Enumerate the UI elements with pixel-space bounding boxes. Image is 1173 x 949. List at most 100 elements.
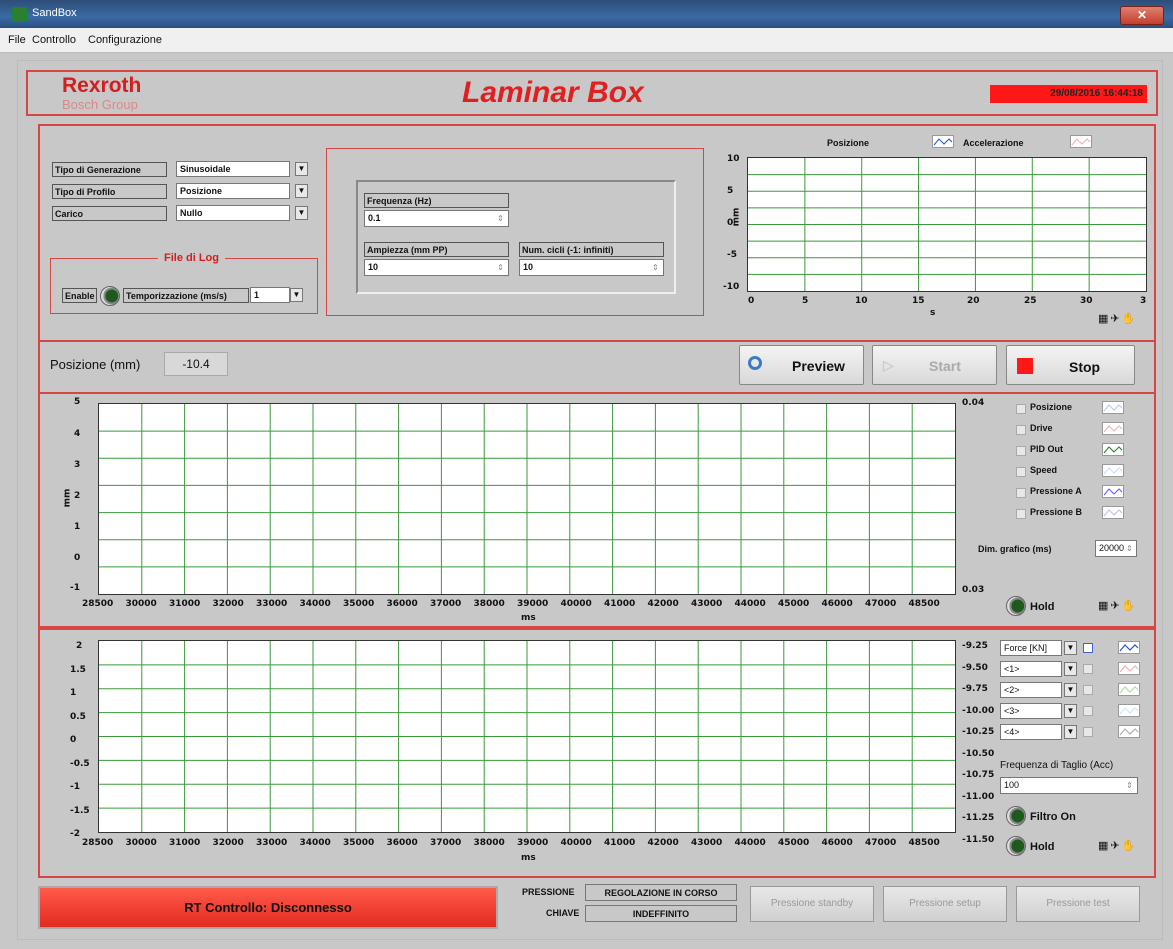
legend-swatch-icon[interactable] (1102, 443, 1124, 456)
right-axis-tick: -10.00 (962, 705, 995, 716)
legend-item: Pressione A (1030, 486, 1082, 496)
x-tick-label: 33000 (256, 599, 288, 609)
stop-icon (1017, 358, 1033, 374)
select-tipo-generazione[interactable]: Sinusoidale (176, 161, 290, 177)
pressure-setup-button[interactable]: Pressione setup (883, 886, 1007, 922)
x-tick-label: 39000 (517, 599, 549, 609)
legend-posizione: Posizione (827, 138, 870, 148)
channel-checkbox[interactable] (1083, 727, 1093, 737)
legend-checkbox[interactable] (1016, 467, 1026, 477)
graph-tools-icon[interactable]: ▦✈✋ (1098, 839, 1137, 852)
channel-checkbox[interactable] (1083, 664, 1093, 674)
force-plot[interactable] (98, 640, 956, 833)
freq-input[interactable]: 0.1 (364, 210, 509, 227)
x-tick-label: 10 (855, 296, 868, 306)
stop-button[interactable]: Stop (1006, 345, 1135, 385)
menu-file[interactable]: File (8, 34, 26, 46)
pressure-standby-button[interactable]: Pressione standby (750, 886, 874, 922)
select-carico[interactable]: Nullo (176, 205, 290, 221)
channel-swatch-icon[interactable] (1118, 662, 1140, 675)
legend-swatch-icon[interactable] (1102, 401, 1124, 414)
cutoff-input[interactable]: 100 (1000, 777, 1138, 794)
channel-checkbox[interactable] (1083, 643, 1093, 653)
pressure-test-button[interactable]: Pressione test (1016, 886, 1140, 922)
channel-swatch-icon[interactable] (1118, 725, 1140, 738)
chevron-down-icon[interactable]: ▼ (295, 206, 308, 220)
legend-checkbox[interactable] (1016, 488, 1026, 498)
chevron-down-icon[interactable]: ▼ (290, 288, 303, 302)
timing-select[interactable]: 1 (250, 287, 290, 303)
hold-toggle[interactable] (1006, 836, 1026, 856)
x-tick-label: 46000 (821, 599, 853, 609)
chevron-down-icon[interactable]: ▼ (1064, 641, 1077, 655)
chevron-down-icon[interactable]: ▼ (1064, 704, 1077, 718)
channel-swatch-icon[interactable] (1118, 704, 1140, 717)
key-label: CHIAVE (546, 908, 580, 918)
channel-select[interactable]: <2> (1000, 682, 1062, 698)
legend-swatch-icon[interactable] (1102, 422, 1124, 435)
hold-toggle[interactable] (1006, 596, 1026, 616)
preview-button[interactable]: Preview (739, 345, 864, 385)
legend-accelerazione: Accelerazione (963, 138, 1024, 148)
spinner-icon[interactable]: ⇕ (650, 260, 661, 275)
stop-button-label: Stop (1069, 359, 1101, 375)
channel-checkbox[interactable] (1083, 706, 1093, 716)
preview-plot[interactable] (747, 157, 1147, 292)
legend-swatch-icon[interactable] (1102, 464, 1124, 477)
right-axis-tick: -10.75 (962, 770, 995, 780)
y-tick-label: 1.5 (70, 664, 86, 675)
pressure-value: REGOLAZIONE IN CORSO (585, 884, 737, 901)
x-tick-label: 32000 (212, 838, 244, 848)
main-plot[interactable] (98, 403, 956, 595)
x-tick-label: 5 (802, 296, 809, 306)
chevron-down-icon[interactable]: ▼ (1064, 725, 1077, 739)
chevron-down-icon[interactable]: ▼ (1064, 662, 1077, 676)
filter-toggle[interactable] (1006, 806, 1026, 826)
channel-swatch-icon[interactable] (1118, 683, 1140, 696)
freq-label: Frequenza (Hz) (364, 193, 509, 208)
amp-input[interactable]: 10 (364, 259, 509, 276)
legend-checkbox[interactable] (1016, 446, 1026, 456)
y-tick-label: -1.5 (70, 805, 90, 816)
select-tipo-profilo[interactable]: Posizione (176, 183, 290, 199)
enable-toggle[interactable] (100, 286, 120, 306)
channel-select[interactable]: <4> (1000, 724, 1062, 740)
x-tick-label: 31000 (169, 599, 201, 609)
menu-controllo[interactable]: Controllo (32, 34, 76, 46)
chevron-down-icon[interactable]: ▼ (295, 184, 308, 198)
y-tick-label: -1 (70, 782, 80, 792)
channel-select[interactable]: Force [KN] (1000, 640, 1062, 656)
spinner-icon[interactable]: ⇕ (1124, 778, 1135, 793)
legend-swatch-icon[interactable] (1102, 485, 1124, 498)
channel-select[interactable]: <1> (1000, 661, 1062, 677)
close-button[interactable]: ✕ (1120, 6, 1164, 25)
legend-checkbox[interactable] (1016, 509, 1026, 519)
x-tick-label: 20 (967, 296, 980, 306)
legend-checkbox[interactable] (1016, 425, 1026, 435)
graph-tools-icon[interactable]: ▦✈✋ (1098, 599, 1137, 612)
spinner-icon[interactable]: ⇕ (495, 260, 506, 275)
spinner-icon[interactable]: ⇕ (1124, 541, 1135, 556)
log-group (50, 258, 318, 314)
channel-select[interactable]: <3> (1000, 703, 1062, 719)
x-tick-label: 44000 (734, 599, 766, 609)
x-tick-label: 30 (1080, 296, 1093, 306)
spinner-icon[interactable]: ⇕ (495, 211, 506, 226)
channel-checkbox[interactable] (1083, 685, 1093, 695)
legend-swatch-icon[interactable] (1102, 506, 1124, 519)
x-tick-label: 47000 (865, 838, 897, 848)
cycles-input[interactable]: 10 (519, 259, 664, 276)
chevron-down-icon[interactable]: ▼ (295, 162, 308, 176)
chevron-down-icon[interactable]: ▼ (1064, 683, 1077, 697)
graph-tools-icon[interactable]: ▦✈✋ (1098, 312, 1137, 325)
menu-configurazione[interactable]: Configurazione (88, 34, 162, 46)
x-tick-label: 33000 (256, 838, 288, 848)
start-button[interactable]: ▷ Start (872, 345, 997, 385)
channel-swatch-icon[interactable] (1118, 641, 1140, 654)
y-tick-label: -2 (70, 829, 80, 839)
legend-checkbox[interactable] (1016, 404, 1026, 414)
x-tick-label: 46000 (821, 838, 853, 848)
x-tick-label: 28500 (82, 599, 114, 609)
x-tick-label: 42000 (647, 838, 679, 848)
main-ylabel: mm (62, 488, 73, 508)
